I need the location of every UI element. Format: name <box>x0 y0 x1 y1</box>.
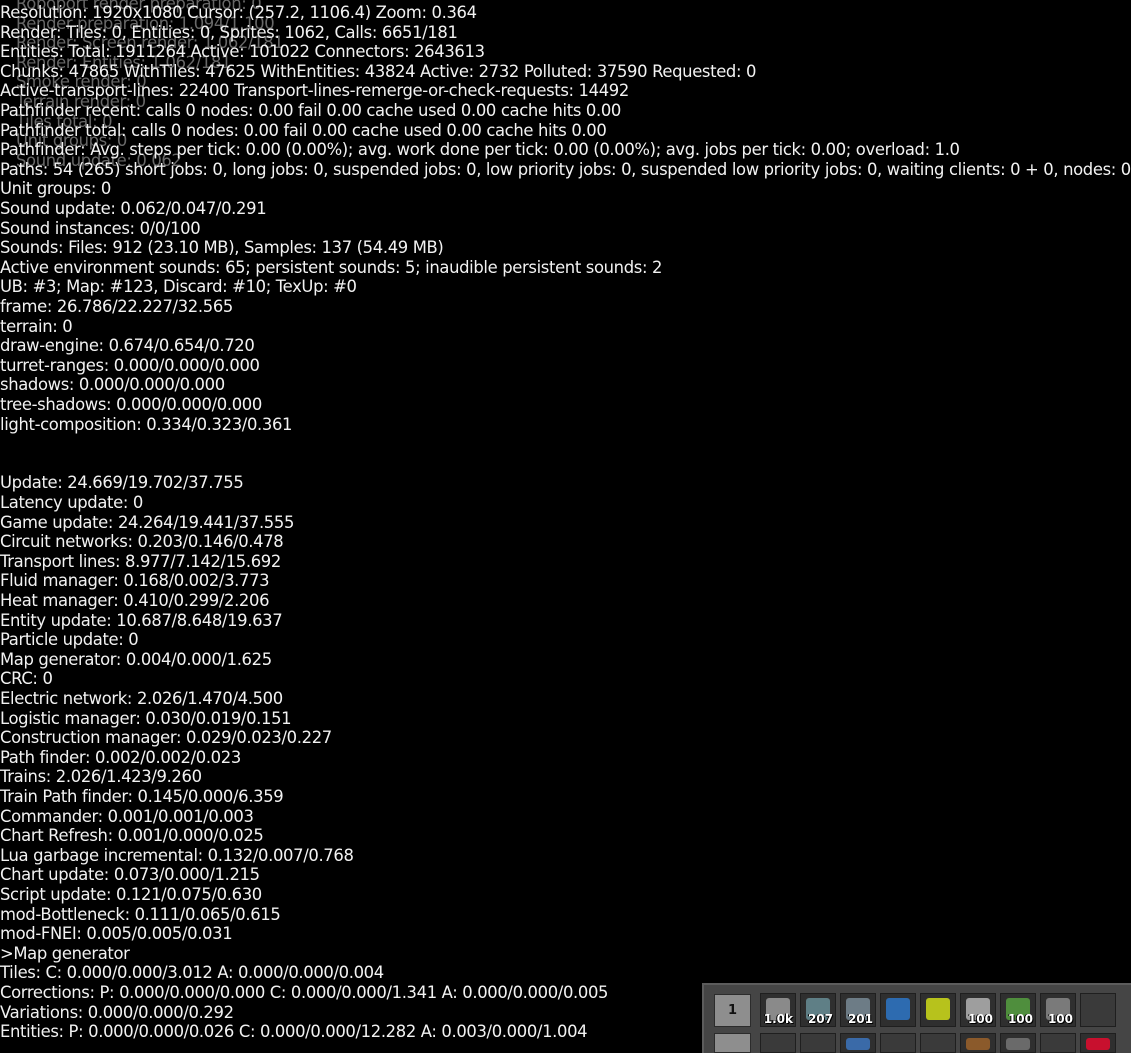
debug-line: shadows: 0.000/0.000/0.000 <box>0 375 225 395</box>
debug-line: Trains: 2.026/1.423/9.260 <box>0 767 202 787</box>
debug-line: mod-FNEI: 0.005/0.005/0.031 <box>0 924 233 944</box>
debug-line: draw-engine: 0.674/0.654/0.720 <box>0 336 255 356</box>
quickbar-slot-row2[interactable] <box>960 1033 996 1053</box>
debug-line: Chart Refresh: 0.001/0.000/0.025 <box>0 826 264 846</box>
quickbar-slot-row2[interactable] <box>800 1033 836 1053</box>
debug-line: Sound instances: 0/0/100 <box>0 218 201 238</box>
debug-line: Pathfinder: Avg. steps per tick: 0.00 (0… <box>0 140 960 160</box>
debug-line: Sounds: Files: 912 (23.10 MB), Samples: … <box>0 238 444 258</box>
slot-count: 207 <box>807 1012 833 1026</box>
debug-line: Render: Tiles: 0, Entities: 0, Sprites: … <box>0 22 458 42</box>
debug-line: Unit groups: 0 <box>0 179 111 199</box>
item-icon <box>966 1038 990 1050</box>
rail-signal-icon <box>886 998 910 1020</box>
debug-line: Variations: 0.000/0.000/0.292 <box>0 1002 234 1022</box>
debug-line: turret-ranges: 0.000/0.000/0.000 <box>0 355 260 375</box>
debug-line: UB: #3; Map: #123, Discard: #10; TexUp: … <box>0 277 357 297</box>
debug-line: Path finder: 0.002/0.002/0.023 <box>0 747 241 767</box>
quickbar-slot-row2[interactable] <box>920 1033 956 1053</box>
debug-line: Train Path finder: 0.145/0.000/6.359 <box>0 787 284 806</box>
debug-line: Pathfinder recent: calls 0 nodes: 0.00 f… <box>0 101 621 120</box>
debug-line: Commander: 0.001/0.001/0.003 <box>0 806 254 826</box>
debug-line: Game update: 24.264/19.441/37.555 <box>0 512 295 532</box>
debug-line: Heat manager: 0.410/0.299/2.206 <box>0 591 270 610</box>
debug-line: Chunks: 47865 WithTiles: 47625 WithEntit… <box>0 61 757 81</box>
quickbar-slot-row2[interactable] <box>840 1033 876 1053</box>
debug-line: Transport lines: 8.977/7.142/15.692 <box>0 551 281 571</box>
quickbar-slot-row2[interactable] <box>1040 1033 1076 1053</box>
debug-line: Active-transport-lines: 22400 Transport-… <box>0 81 629 101</box>
blueprint-icon <box>846 1038 870 1050</box>
quickbar-slot-row2[interactable] <box>1080 1033 1116 1053</box>
red-item-icon <box>1086 1038 1110 1050</box>
quickbar-slot-row2[interactable] <box>1000 1033 1036 1053</box>
debug-line: Update: 24.669/19.702/37.755 <box>0 473 244 493</box>
quickbar-slot[interactable]: 1.0k <box>760 993 796 1027</box>
module-icon <box>926 998 950 1020</box>
debug-line: Logistic manager: 0.030/0.019/0.151 <box>0 708 292 728</box>
slot-count: 100 <box>967 1012 993 1026</box>
debug-line: terrain: 0 <box>0 316 73 336</box>
debug-line: Resolution: 1920x1080 Cursor: (257.2, 11… <box>0 3 477 22</box>
item-icon <box>1006 1038 1030 1050</box>
debug-line: Chart update: 0.073/0.000/1.215 <box>0 865 260 885</box>
quickbar-slot[interactable]: 100 <box>1000 993 1036 1027</box>
slot-count: 100 <box>1047 1012 1073 1026</box>
debug-line: Construction manager: 0.029/0.023/0.227 <box>0 728 332 748</box>
debug-line: Lua garbage incremental: 0.132/0.007/0.7… <box>0 845 354 865</box>
quickbar-slot-row2[interactable] <box>760 1033 796 1053</box>
debug-line: Map generator: 0.004/0.000/1.625 <box>0 649 272 669</box>
debug-line: frame: 26.786/22.227/32.565 <box>0 297 233 316</box>
quickbar-slot[interactable]: 207 <box>800 993 836 1027</box>
debug-line: Latency update: 0 <box>0 493 143 512</box>
slot-count: 1.0k <box>763 1012 793 1026</box>
quickbar-row-number[interactable]: 1 <box>714 994 751 1027</box>
quickbar-slot[interactable] <box>920 993 956 1027</box>
debug-line: Active environment sounds: 65; persisten… <box>0 257 663 277</box>
quickbar-slot[interactable] <box>880 993 916 1027</box>
quickbar-slot[interactable]: 100 <box>1040 993 1076 1027</box>
debug-line: Entity update: 10.687/8.648/19.637 <box>0 610 283 630</box>
debug-line: mod-Bottleneck: 0.111/0.065/0.615 <box>0 904 281 924</box>
debug-line: light-composition: 0.334/0.323/0.361 <box>0 414 293 434</box>
quickbar-slot-row2[interactable] <box>880 1033 916 1053</box>
debug-line: Circuit networks: 0.203/0.146/0.478 <box>0 532 284 552</box>
debug-line: Entities: Total: 1911264 Active: 101022 … <box>0 42 485 62</box>
debug-line: Pathfinder total: calls 0 nodes: 0.00 fa… <box>0 120 607 140</box>
quickbar-slot[interactable]: 100 <box>960 993 996 1027</box>
debug-line: CRC: 0 <box>0 669 53 689</box>
debug-line: Electric network: 2.026/1.470/4.500 <box>0 689 283 708</box>
debug-line: Paths: 54 (265) short jobs: 0, long jobs… <box>0 159 1131 179</box>
slot-count: 201 <box>847 1012 873 1026</box>
debug-line: Fluid manager: 0.168/0.002/3.773 <box>0 571 270 591</box>
slot-count: 100 <box>1007 1012 1033 1026</box>
debug-line: Entities: P: 0.000/0.000/0.026 C: 0.000/… <box>0 1022 588 1042</box>
quickbar-row-number-2[interactable] <box>714 1033 751 1053</box>
debug-line: Script update: 0.121/0.075/0.630 <box>0 885 262 904</box>
debug-line: >Map generator <box>0 943 130 963</box>
quickbar-slot[interactable]: 201 <box>840 993 876 1027</box>
debug-line: tree-shadows: 0.000/0.000/0.000 <box>0 395 262 414</box>
quickbar: 1 1.0k 207 201 100 100 100 <box>702 983 1131 1053</box>
debug-line: Sound update: 0.062/0.047/0.291 <box>0 199 267 218</box>
quickbar-slot[interactable] <box>1080 993 1116 1027</box>
debug-line: Tiles: C: 0.000/0.000/3.012 A: 0.000/0.0… <box>0 963 384 983</box>
debug-line: Particle update: 0 <box>0 630 139 650</box>
debug-line: Corrections: P: 0.000/0.000/0.000 C: 0.0… <box>0 983 609 1002</box>
